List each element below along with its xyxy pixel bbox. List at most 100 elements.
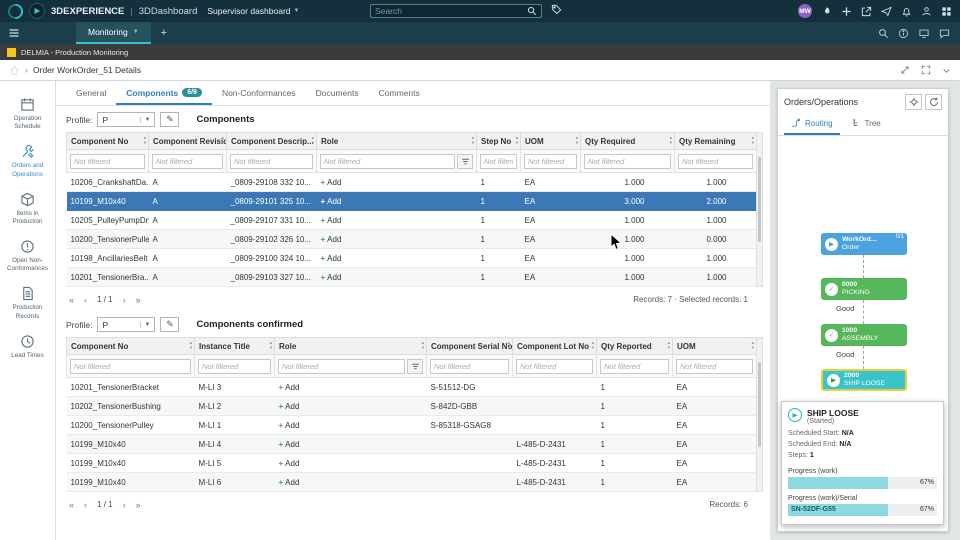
filter-uom[interactable]: [676, 358, 753, 374]
user-icon[interactable]: [921, 6, 932, 17]
filter-role[interactable]: [320, 153, 455, 169]
resize-icon[interactable]: [900, 65, 910, 75]
col-uom[interactable]: UOM ▴ ▾: [672, 337, 757, 355]
filter-step-no[interactable]: [480, 153, 517, 169]
maximize-icon[interactable]: [921, 65, 931, 75]
profile-select[interactable]: P ▼: [97, 112, 156, 127]
flow-node-ship-loose[interactable]: ▶ 2000 SHIP LOOSE: [821, 369, 907, 391]
flow-node-assembly[interactable]: ✓ 1000 ASSEMBLY: [821, 324, 907, 346]
dashboard-app-logo-icon[interactable]: [29, 3, 45, 19]
col-role[interactable]: Role ▴ ▾: [316, 132, 477, 150]
home-icon[interactable]: [9, 65, 20, 76]
components-table-row[interactable]: 10201_TensionerBra... A _0809-29103 327 …: [66, 267, 757, 287]
confirmed-table-row[interactable]: 10202_TensionerBushing M-LI 2 + Add S-842…: [66, 396, 757, 416]
filter-component-lot-no[interactable]: [516, 358, 593, 374]
tab-comments[interactable]: Comments: [369, 81, 430, 105]
col-component-lot-no[interactable]: Component Lot No ▴ ▾: [512, 337, 597, 355]
col-component-no[interactable]: Component No ▴ ▾: [66, 132, 149, 150]
col-component-no[interactable]: Component No ▴ ▾: [66, 337, 195, 355]
components-table-row[interactable]: 10205_PulleyPumpDrv A _0809-29107 331 10…: [66, 210, 757, 230]
search-icon[interactable]: [878, 28, 889, 39]
prev-page-button[interactable]: ‹: [81, 295, 90, 305]
add-link[interactable]: + Add: [279, 459, 300, 468]
components-table-scrollbar[interactable]: [756, 132, 763, 287]
add-link[interactable]: + Add: [321, 178, 342, 187]
sidebar-item-items-in-production[interactable]: Items in Production: [0, 192, 55, 226]
tab-monitoring[interactable]: Monitoring ▼: [76, 22, 151, 44]
filter-qty-reported[interactable]: [600, 358, 669, 374]
info-icon[interactable]: [898, 28, 909, 39]
search-icon[interactable]: [527, 6, 537, 16]
3ds-compass-logo-icon[interactable]: [8, 3, 23, 19]
confirmed-table-scrollbar[interactable]: [756, 337, 763, 492]
filter-component-no[interactable]: [70, 153, 145, 169]
next-page-button[interactable]: ›: [120, 295, 129, 305]
refresh-button[interactable]: [925, 94, 942, 110]
fit-view-button[interactable]: [905, 94, 922, 110]
add-link[interactable]: + Add: [321, 235, 342, 244]
edit-profile-button[interactable]: ✎: [160, 317, 180, 332]
tab-components[interactable]: Components 6/9: [116, 81, 212, 105]
col-uom[interactable]: UOM ▴ ▾: [520, 132, 581, 150]
filter-uom[interactable]: [524, 153, 577, 169]
filter-component-description[interactable]: [230, 153, 313, 169]
filter-menu-button[interactable]: [457, 153, 473, 169]
add-link[interactable]: + Add: [279, 383, 300, 392]
first-page-button[interactable]: «: [66, 500, 77, 510]
edit-profile-button[interactable]: ✎: [160, 112, 180, 127]
hamburger-menu-icon[interactable]: [0, 27, 28, 39]
add-link[interactable]: + Add: [321, 273, 342, 282]
add-link[interactable]: + Add: [279, 478, 300, 487]
confirmed-table-row[interactable]: 10199_M10x40 M-LI 4 + Add L-485-D-2431 1 …: [66, 434, 757, 454]
confirmed-table-row[interactable]: 10199_M10x40 M-LI 5 + Add L-485-D-2431 1 …: [66, 453, 757, 473]
profile-select[interactable]: P ▼: [97, 317, 156, 332]
share-icon[interactable]: [861, 6, 872, 17]
col-component-revision[interactable]: Component Revision ▴ ▾: [148, 132, 227, 150]
tab-non-conformances[interactable]: Non-Conformances: [212, 81, 306, 105]
filter-component-serial-no[interactable]: [430, 358, 509, 374]
tab-routing[interactable]: Routing: [784, 114, 840, 135]
flame-icon[interactable]: [821, 5, 832, 17]
new-tab-button[interactable]: +: [151, 27, 177, 39]
chevron-down-icon[interactable]: [942, 66, 951, 75]
confirmed-table-row[interactable]: 10200_TensionerPulley M-LI 1 + Add S-8531…: [66, 415, 757, 435]
dashboard-selector[interactable]: Supervisor dashboard ▼: [207, 6, 299, 16]
col-role[interactable]: Role ▴ ▾: [274, 337, 427, 355]
grid-menu-icon[interactable]: [941, 6, 952, 17]
sidebar-item-production-records[interactable]: Production Records: [0, 286, 55, 320]
confirmed-table-row[interactable]: 10199_M10x40 M-LI 6 + Add L-485-D-2431 1 …: [66, 472, 757, 492]
add-link[interactable]: + Add: [321, 254, 342, 263]
col-qty-required[interactable]: Qty Required ▴ ▾: [580, 132, 675, 150]
filter-instance-title[interactable]: [198, 358, 271, 374]
sidebar-item-lead-times[interactable]: Lead Times: [0, 334, 55, 360]
tag-icon[interactable]: [551, 4, 562, 15]
add-link[interactable]: + Add: [279, 402, 300, 411]
next-page-button[interactable]: ›: [120, 500, 129, 510]
bell-icon[interactable]: [901, 6, 912, 17]
components-table-row[interactable]: 10206_CrankshaftDa... A _0809-29108 332 …: [66, 172, 757, 192]
global-search-input[interactable]: [375, 6, 524, 16]
filter-component-revision[interactable]: [152, 153, 223, 169]
filter-qty-required[interactable]: [584, 153, 671, 169]
components-table-row[interactable]: 10199_M10x40 A _0809-29101 325 10... + Ad…: [66, 191, 757, 211]
chat-icon[interactable]: [939, 28, 950, 39]
sidebar-item-operation-schedule[interactable]: Operation Schedule: [0, 97, 55, 131]
last-page-button[interactable]: »: [133, 295, 144, 305]
add-link[interactable]: + Add: [279, 421, 300, 430]
avatar[interactable]: MW: [798, 4, 812, 18]
sidebar-item-open-non-conformances[interactable]: Open Non-Conformances: [0, 239, 55, 273]
flow-node-picking[interactable]: ✓ 0000 PICKING: [821, 278, 907, 300]
col-step-no[interactable]: Step No ▴ ▾: [476, 132, 521, 150]
add-link[interactable]: + Add: [279, 440, 300, 449]
filter-role[interactable]: [278, 358, 405, 374]
prev-page-button[interactable]: ‹: [81, 500, 90, 510]
components-table-row[interactable]: 10200_TensionerPulley A _0809-29102 326 …: [66, 229, 757, 249]
sidebar-item-orders-and-operations[interactable]: Orders and Operations: [0, 144, 55, 178]
col-instance-title[interactable]: Instance Title ▴ ▾: [194, 337, 275, 355]
tab-tree[interactable]: Tree: [844, 114, 888, 135]
display-icon[interactable]: [918, 28, 930, 39]
col-component-serial-no[interactable]: Component Serial No ▴ ▾: [426, 337, 513, 355]
send-icon[interactable]: [881, 6, 892, 17]
components-table-row[interactable]: 10198_AncillariesBelt A _0809-29100 324 …: [66, 248, 757, 268]
flow-node-order[interactable]: ▶ WorkOrd... Order 0/1: [821, 233, 907, 255]
